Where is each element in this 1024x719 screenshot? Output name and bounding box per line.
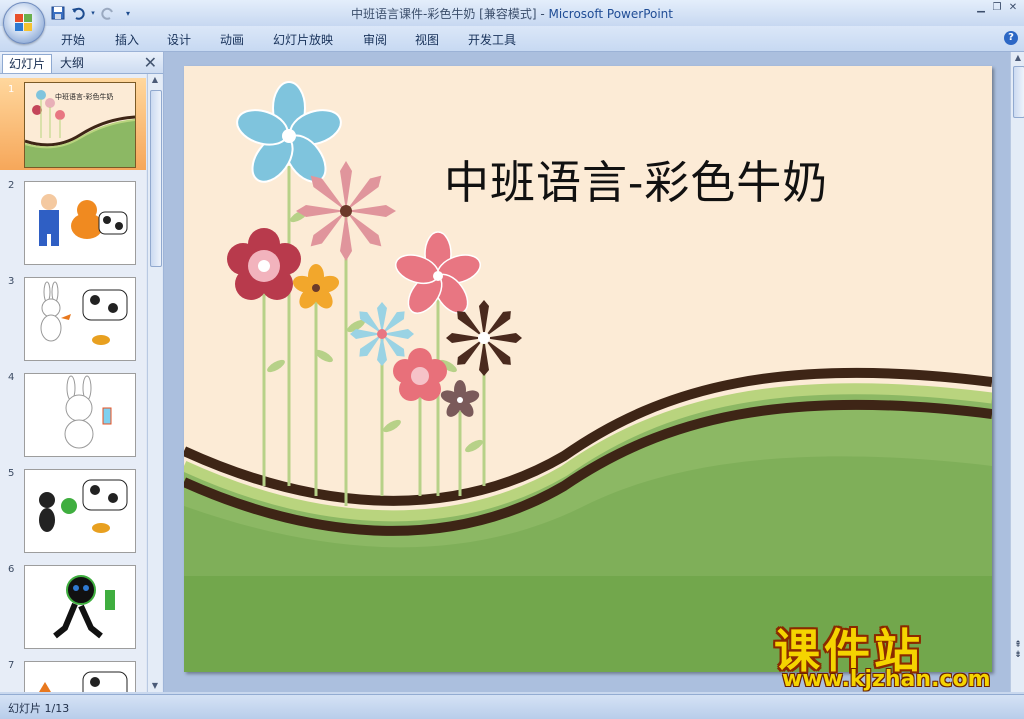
next-slide-icon[interactable]: ⇟ [1012, 650, 1024, 660]
slides-panel-scrollbar[interactable]: ▲ ▼ [147, 74, 162, 692]
slide-thumbnail-2[interactable]: 2 [0, 174, 146, 266]
slide-thumbnail-list: 1 中班语言-彩色牛奶 2 3 4 5 6 7 [0, 74, 146, 692]
watermark-url: www.kjzhan.com [782, 667, 991, 692]
slide-number: 3 [8, 276, 15, 287]
slide-scrollbar[interactable]: ▲ [1010, 52, 1024, 692]
slide-thumbnail-6[interactable]: 6 [0, 558, 146, 650]
slide-preview: 中班语言-彩色牛奶 [24, 82, 136, 168]
slide-thumbnail-5[interactable]: 5 [0, 462, 146, 554]
scroll-thumb[interactable] [1013, 66, 1024, 118]
slide-preview [24, 565, 136, 649]
window-title: 中班语言课件-彩色牛奶 [兼容模式] - Microsoft PowerPoin… [0, 5, 1024, 22]
slide-preview [24, 661, 136, 692]
tab-view[interactable]: 视图 [415, 31, 439, 48]
tab-design[interactable]: 设计 [167, 31, 191, 48]
slides-panel: 幻灯片 大纲 ✕ 1 中班语言-彩色牛奶 2 3 4 5 6 7 ▲ ▼ [0, 52, 164, 692]
slide-number: 2 [8, 180, 15, 191]
previous-slide-icon[interactable]: ⇞ [1012, 640, 1024, 650]
slide-number: 5 [8, 468, 15, 479]
current-slide[interactable]: 中班语言-彩色牛奶 [184, 66, 992, 672]
slide-editing-area: 中班语言-彩色牛奶 [164, 52, 1010, 692]
panel-close-icon[interactable]: ✕ [144, 53, 157, 72]
slide-number: 4 [8, 372, 15, 383]
watermark-logo: 课件站 www.kjzhan.com [770, 615, 1010, 695]
minimize-icon[interactable]: ▁ [974, 2, 988, 14]
slide-number: 1 [8, 84, 15, 95]
help-icon[interactable]: ? [1004, 31, 1018, 45]
restore-icon[interactable]: ❐ [990, 2, 1004, 14]
slide-thumbnail-3[interactable]: 3 [0, 270, 146, 362]
scroll-thumb[interactable] [150, 90, 162, 267]
tab-developer[interactable]: 开发工具 [468, 31, 516, 48]
window-title-document: 中班语言课件-彩色牛奶 [兼容模式] - [351, 7, 549, 21]
slide-number: 7 [8, 660, 15, 671]
scroll-up-icon[interactable]: ▲ [1011, 52, 1024, 64]
slide-thumbnail-4[interactable]: 4 [0, 366, 146, 458]
tab-outline[interactable]: 大纲 [54, 54, 90, 72]
tab-slides[interactable]: 幻灯片 [2, 54, 53, 73]
panel-tabs: 幻灯片 大纲 ✕ [0, 52, 163, 74]
status-bar: 幻灯片 1/13 [0, 694, 1024, 719]
tab-home[interactable]: 开始 [61, 31, 85, 48]
tab-insert[interactable]: 插入 [115, 31, 139, 48]
slide-number: 6 [8, 564, 15, 575]
window-controls: ▁ ❐ ✕ [974, 2, 1020, 14]
tab-animations[interactable]: 动画 [220, 31, 244, 48]
tab-slideshow[interactable]: 幻灯片放映 [273, 31, 333, 48]
scroll-up-icon[interactable]: ▲ [148, 74, 162, 86]
slide-preview [24, 373, 136, 457]
window-title-app: Microsoft PowerPoint [548, 7, 673, 21]
slide-thumbnail-title: 中班语言-彩色牛奶 [55, 93, 114, 101]
slide-preview [24, 181, 136, 265]
close-icon[interactable]: ✕ [1006, 2, 1020, 14]
slide-nav-buttons: ⇞ ⇟ [1012, 640, 1024, 660]
slide-preview [24, 469, 136, 553]
title-bar: ▾ ▾ 中班语言课件-彩色牛奶 [兼容模式] - Microsoft Power… [0, 0, 1024, 26]
slide-title[interactable]: 中班语言-彩色牛奶 [444, 146, 828, 211]
tab-review[interactable]: 审阅 [363, 31, 387, 48]
slide-thumbnail-7[interactable]: 7 [0, 654, 146, 692]
slide-thumbnail-1[interactable]: 1 中班语言-彩色牛奶 [0, 78, 146, 170]
office-logo-icon [15, 14, 33, 32]
scroll-down-icon[interactable]: ▼ [148, 680, 162, 692]
slide-preview [24, 277, 136, 361]
ribbon-tabs: 开始 插入 设计 动画 幻灯片放映 审阅 视图 开发工具 ? [0, 26, 1024, 52]
office-button[interactable] [3, 2, 45, 44]
slide-indicator: 幻灯片 1/13 [8, 702, 70, 715]
